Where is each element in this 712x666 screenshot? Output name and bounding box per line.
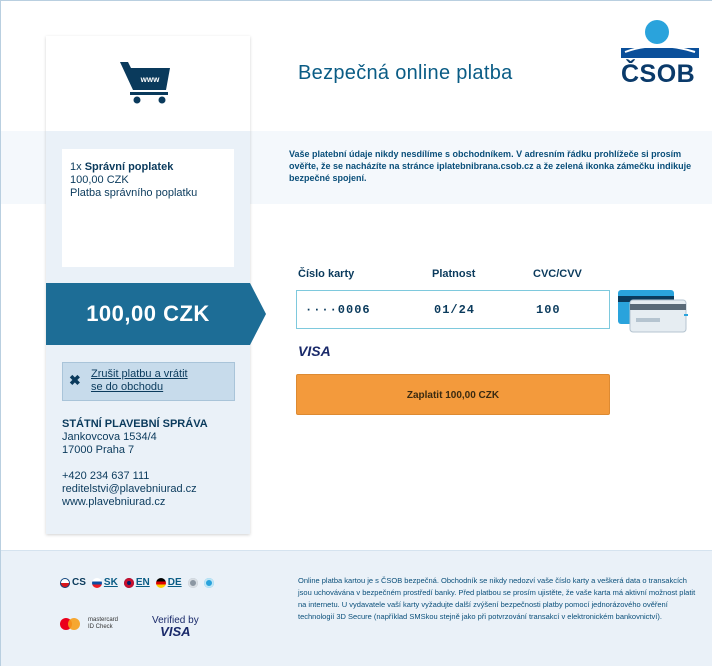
page-title: Bezpečná online platba — [298, 62, 513, 84]
language-switcher: CS SK EN DE — [60, 577, 214, 588]
mastercard-id-check-logo: mastercard ID Check — [60, 617, 118, 631]
uk-flag-icon — [123, 577, 134, 588]
close-icon: ✖ — [69, 372, 81, 388]
merchant-info: STÁTNÍ PLAVEBNÍ SPRÁVA Jankovcova 1534/4… — [62, 418, 242, 509]
item-name: Správní poplatek — [84, 161, 174, 173]
cart-label: www — [140, 75, 160, 84]
merchant-city: 17000 Praha 7 — [62, 444, 135, 456]
order-item: 1x Správní poplatek 100,00 CZK Platba sp… — [62, 149, 234, 267]
slovak-flag-icon — [91, 577, 102, 588]
lang-sk[interactable]: SK — [91, 577, 118, 588]
merchant-street: Jankovcova 1534/4 — [62, 431, 157, 443]
total-amount: 100,00 CZK — [86, 301, 210, 326]
card-number-label: Číslo karty — [298, 268, 355, 280]
pay-button[interactable]: Zaplatit 100,00 CZK — [296, 374, 610, 415]
expiry-label: Platnost — [432, 268, 476, 280]
lang-de[interactable]: DE — [155, 577, 182, 588]
czech-flag-icon — [60, 577, 70, 588]
more-languages-icon[interactable] — [187, 577, 198, 588]
cvc-label: CVC/CVV — [533, 268, 582, 280]
lang-en[interactable]: EN — [123, 577, 150, 588]
total-amount-arrow — [250, 283, 266, 345]
cancel-payment-label[interactable]: Zrušit platbu a vrátit se do obchodu — [91, 368, 188, 394]
card-brand-visa: VISA — [298, 343, 331, 359]
expiry-field[interactable]: 01/24 — [434, 303, 475, 317]
item-qty: 1x — [70, 161, 82, 173]
cvc-field[interactable]: 100 — [536, 303, 561, 317]
bank-logo — [603, 12, 702, 103]
merchant-email: reditelstvi@plavebniurad.cz — [62, 483, 197, 495]
globe-icon[interactable] — [203, 577, 214, 588]
cancel-payment-button[interactable]: ✖ Zrušit platbu a vrátit se do obchodu — [62, 362, 235, 401]
cart-header: www — [46, 36, 250, 131]
german-flag-icon — [155, 577, 166, 588]
lang-cs[interactable]: CS — [60, 577, 86, 588]
merchant-web: www.plavebniurad.cz — [62, 496, 166, 508]
bank-logo-text: ČSOB — [621, 60, 696, 88]
item-price: 100,00 CZK — [70, 174, 129, 186]
card-number-field[interactable]: ····0006 — [305, 303, 371, 317]
footer-security-text: Online platba kartou je s ČSOB bezpečná.… — [298, 576, 696, 621]
item-desc: Platba správního poplatku — [70, 187, 198, 199]
security-info-text: Vaše platební údaje nikdy nesdílíme s ob… — [289, 149, 692, 183]
merchant-phone: +420 234 637 111 — [62, 470, 150, 482]
verified-by-visa-logo: Verified by VISA — [152, 615, 199, 639]
shopping-cart-icon: www — [120, 62, 170, 104]
merchant-name: STÁTNÍ PLAVEBNÍ SPRÁVA — [62, 418, 208, 430]
payment-cards-icon — [618, 290, 688, 333]
